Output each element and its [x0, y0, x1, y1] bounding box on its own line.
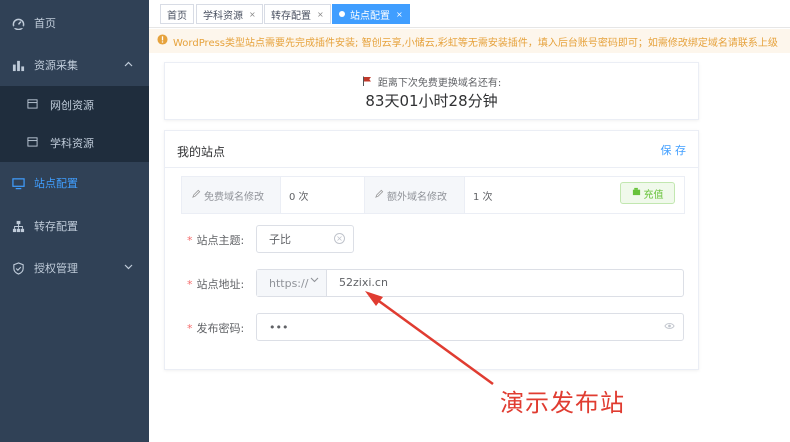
protocol-select[interactable]: https:// — [257, 270, 327, 296]
sidebar-item-label: 站点配置 — [34, 177, 78, 190]
tab-transfer-config[interactable]: 转存配置 × — [264, 4, 331, 24]
shield-icon — [11, 261, 25, 275]
tab-label: 转存配置 — [271, 10, 311, 22]
password-value: ••• — [269, 320, 289, 334]
address-input-group: https:// 52zixi.cn — [256, 269, 684, 297]
tab-label: 站点配置 — [350, 10, 390, 22]
alert-text: WordPress类型站点需要先完成插件安装; 智创云享,小储云,彩虹等无需安装… — [173, 37, 778, 49]
chevron-up-icon — [124, 60, 133, 70]
address-label: * 站点地址: — [187, 276, 244, 292]
password-input[interactable]: ••• — [256, 313, 684, 341]
flag-icon — [362, 76, 375, 89]
extra-domain-label-cell: 额外域名修改 — [365, 177, 465, 213]
sidebar-item-label: 网创资源 — [50, 99, 94, 112]
tab-label: 学科资源 — [203, 10, 243, 22]
calendar-icon — [27, 98, 39, 110]
warning-icon — [157, 34, 168, 48]
address-label-text: 站点地址: — [196, 278, 245, 291]
wallet-icon — [632, 187, 641, 199]
clear-icon[interactable]: × — [334, 233, 345, 244]
tab-bar: 首页 学科资源 × 转存配置 × 站点配置 × — [149, 0, 790, 28]
theme-label: * 站点主题: — [187, 232, 244, 248]
extra-domain-label: 额外域名修改 — [387, 191, 447, 203]
theme-label-text: 站点主题: — [196, 234, 245, 247]
pencil-icon — [375, 189, 384, 201]
pencil-icon — [192, 189, 201, 201]
site-card: 我的站点 保 存 免费域名修改 0 次 额外域名修改 1 次 充值 * 站点主题:… — [164, 130, 699, 370]
monitor-icon — [11, 176, 25, 190]
theme-value: 子比 — [269, 233, 291, 246]
sidebar-item-wangchuang[interactable]: 网创资源 — [0, 86, 149, 124]
eye-icon[interactable] — [664, 322, 675, 333]
dashboard-icon — [11, 16, 25, 30]
calendar-icon — [27, 136, 39, 148]
close-icon[interactable]: × — [317, 10, 324, 19]
sidebar-item-license[interactable]: 授权管理 — [0, 248, 149, 288]
tab-xueke[interactable]: 学科资源 × — [196, 4, 263, 24]
chevron-down-icon — [124, 263, 133, 273]
countdown-card: 距离下次免费更换域名还有: 83天01小时28分钟 — [164, 62, 699, 120]
site-card-title: 我的站点 — [177, 145, 226, 159]
save-button[interactable]: 保 存 — [661, 142, 687, 158]
sidebar-item-label: 授权管理 — [34, 262, 78, 275]
sitemap-icon — [11, 219, 25, 233]
sidebar-item-home[interactable]: 首页 — [0, 3, 149, 43]
sidebar-item-label: 转存配置 — [34, 220, 78, 233]
free-domain-label-cell: 免费域名修改 — [182, 177, 281, 213]
sidebar-item-label: 资源采集 — [34, 59, 78, 72]
active-dot-icon — [339, 11, 345, 17]
free-domain-label: 免费域名修改 — [204, 191, 264, 203]
tab-label: 首页 — [167, 10, 187, 22]
address-input[interactable]: 52zixi.cn — [339, 276, 388, 289]
password-label: * 发布密码: — [187, 320, 244, 336]
password-label-text: 发布密码: — [196, 322, 245, 335]
sidebar-item-xueke[interactable]: 学科资源 — [0, 124, 149, 162]
sidebar: 首页 资源采集 网创资源 学科资源 站点配置 转存配置 授权管理 — [0, 0, 149, 442]
domain-info-table: 免费域名修改 0 次 额外域名修改 1 次 — [181, 176, 685, 214]
warning-alert: WordPress类型站点需要先完成插件安装; 智创云享,小储云,彩虹等无需安装… — [149, 29, 790, 53]
bar-chart-icon — [11, 58, 25, 72]
recharge-label: 充值 — [643, 189, 664, 201]
required-mark: * — [187, 234, 193, 247]
annotation-text: 演示发布站 — [500, 389, 625, 417]
sidebar-item-transfer-config[interactable]: 转存配置 — [0, 206, 149, 246]
countdown-caption-text: 距离下次免费更换域名还有: — [377, 78, 502, 89]
countdown-time: 83天01小时28分钟 — [365, 92, 498, 110]
sidebar-item-label: 学科资源 — [50, 137, 94, 150]
free-domain-value: 0 次 — [281, 177, 365, 213]
tab-site-config[interactable]: 站点配置 × — [332, 4, 410, 24]
recharge-button[interactable]: 充值 — [620, 182, 675, 204]
site-card-header: 我的站点 保 存 — [165, 131, 698, 168]
sidebar-item-resource-collect[interactable]: 资源采集 — [0, 45, 149, 85]
theme-select[interactable]: 子比 × — [256, 225, 354, 253]
protocol-value: https:// — [269, 276, 309, 290]
close-icon[interactable]: × — [396, 10, 403, 19]
close-icon[interactable]: × — [249, 10, 256, 19]
required-mark: * — [187, 278, 193, 291]
countdown-caption: 距离下次免费更换域名还有: — [165, 74, 698, 89]
sidebar-item-label: 首页 — [34, 17, 56, 30]
chevron-down-icon — [310, 276, 319, 286]
tab-home[interactable]: 首页 — [160, 4, 194, 24]
sidebar-item-site-config[interactable]: 站点配置 — [0, 163, 149, 203]
required-mark: * — [187, 322, 193, 335]
